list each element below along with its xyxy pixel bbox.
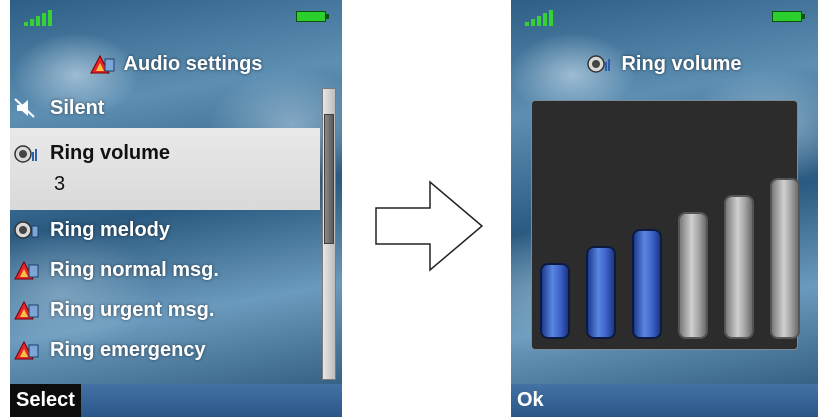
select-softkey[interactable]: Select xyxy=(10,384,81,417)
volume-bar xyxy=(678,212,708,339)
menu-item-ring-urgent-msg[interactable]: Ring urgent msg. xyxy=(10,290,320,330)
menu-item-ring-volume[interactable]: Ring volume 3 xyxy=(10,128,320,210)
volume-bar xyxy=(724,195,754,339)
menu-scrollbar[interactable] xyxy=(322,88,336,380)
screen-title-text: Audio settings xyxy=(123,52,263,75)
audio-settings-icon xyxy=(89,54,116,74)
ok-softkey[interactable]: Ok xyxy=(511,384,550,417)
menu-item-ring-emergency[interactable]: Ring emergency xyxy=(10,330,320,370)
volume-bar xyxy=(770,178,800,339)
scrollbar-thumb[interactable] xyxy=(324,114,334,245)
audio-settings-icon xyxy=(14,260,40,280)
speaker-icon xyxy=(14,220,40,240)
menu-item-label: Ring volume xyxy=(50,142,171,164)
status-bar xyxy=(511,6,818,26)
volume-bar xyxy=(540,263,570,339)
speaker-icon xyxy=(14,144,40,164)
right-arrow-icon xyxy=(375,180,484,272)
battery-full-icon xyxy=(772,11,805,22)
signal-strength-icon xyxy=(525,8,565,26)
battery-full-icon xyxy=(296,11,329,22)
speaker-icon xyxy=(587,54,613,74)
silent-mode-icon xyxy=(14,98,40,118)
menu-item-ring-normal-msg[interactable]: Ring normal msg. xyxy=(10,250,320,290)
softkey-bar: Select xyxy=(10,384,342,417)
status-bar xyxy=(10,6,342,26)
volume-bar xyxy=(586,246,616,339)
volume-bar xyxy=(632,229,662,339)
screen-title: Audio settings xyxy=(10,48,342,80)
audio-settings-icon xyxy=(14,300,40,320)
menu-item-ring-melody[interactable]: Ring melody xyxy=(10,210,320,250)
volume-level-indicator[interactable] xyxy=(531,100,800,350)
audio-settings-icon xyxy=(14,340,40,360)
screen-title: Ring volume xyxy=(511,48,818,80)
ring-volume-screen: Ring volume Ok xyxy=(511,0,818,417)
menu-item-silent[interactable]: Silent xyxy=(10,88,320,128)
softkey-bar: Ok xyxy=(511,384,818,417)
audio-settings-screen: Audio settings Silent Ring volume 3 Ring… xyxy=(10,0,342,417)
settings-menu: Silent Ring volume 3 Ring melody Ring no… xyxy=(10,88,322,370)
screen-title-text: Ring volume xyxy=(621,52,742,75)
signal-strength-icon xyxy=(24,8,64,26)
ring-volume-value: 3 xyxy=(54,173,66,195)
